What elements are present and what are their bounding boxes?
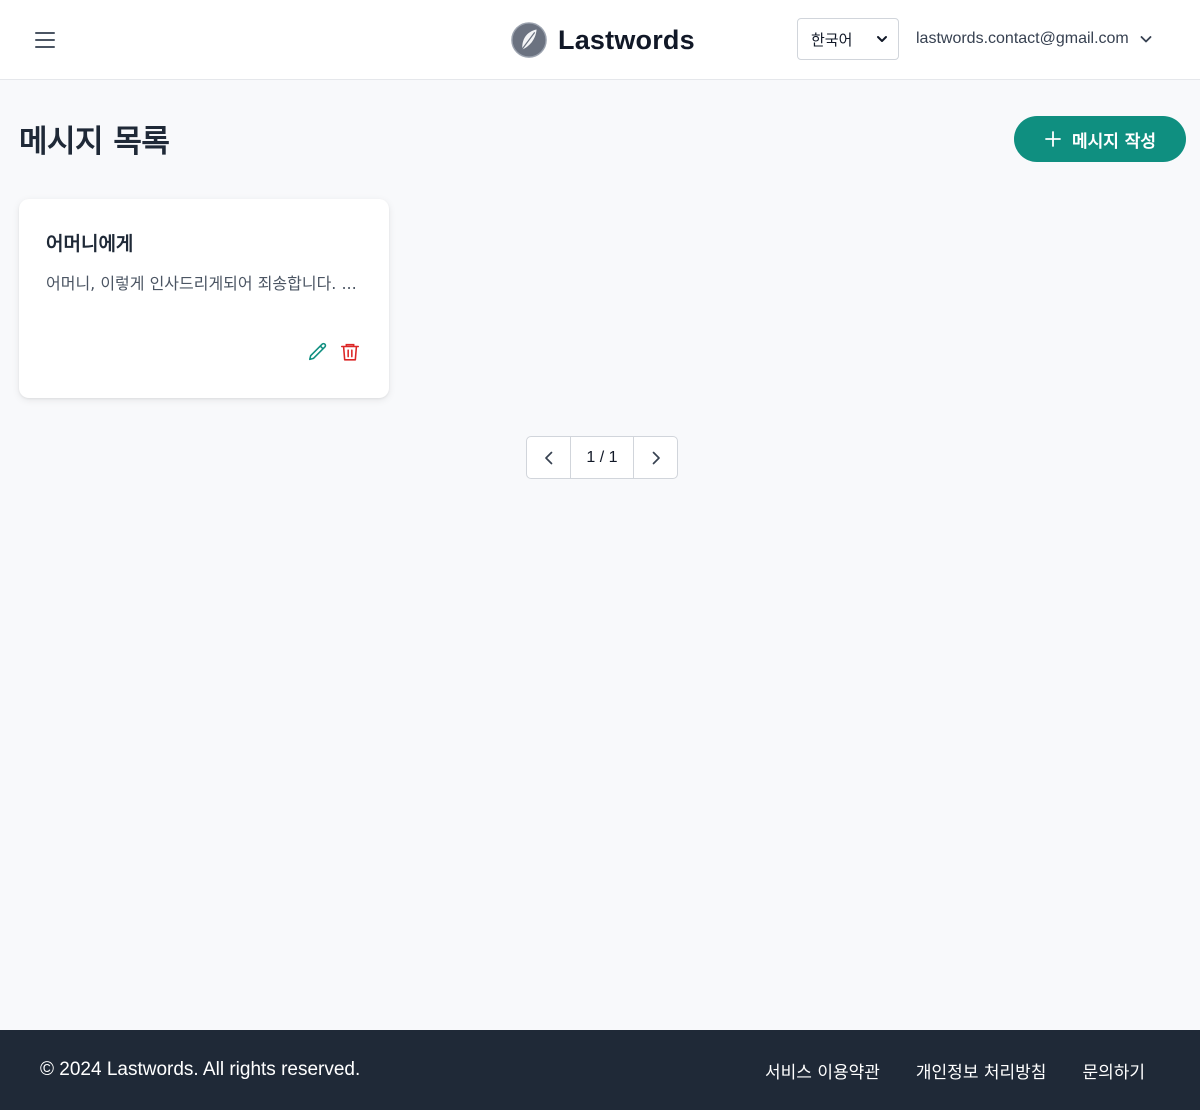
- hamburger-menu-icon[interactable]: [33, 28, 57, 52]
- user-menu[interactable]: lastwords.contact@gmail.com: [916, 18, 1153, 60]
- footer: © 2024 Lastwords. All rights reserved. 서…: [0, 1030, 1200, 1110]
- language-select[interactable]: 한국어: [797, 18, 899, 60]
- page-indicator: 1 / 1: [570, 437, 634, 478]
- previous-page-button[interactable]: [527, 437, 570, 478]
- message-card[interactable]: 어머니에게 어머니, 이렇게 인사드리게되어 죄송합니다. ...: [19, 199, 389, 398]
- terms-of-service-link[interactable]: 서비스 이용약관: [765, 1058, 880, 1083]
- compose-message-button[interactable]: 메시지 작성: [1014, 116, 1186, 162]
- message-actions: [307, 341, 361, 363]
- chevron-right-icon: [652, 451, 660, 464]
- plus-icon: [1045, 131, 1061, 147]
- message-title: 어머니에게: [46, 233, 134, 255]
- chevron-left-icon: [544, 451, 552, 464]
- brand-name: Lastwords: [558, 24, 695, 55]
- brand[interactable]: Lastwords: [510, 20, 695, 60]
- pagination: 1 / 1: [526, 436, 678, 479]
- language-selected: 한국어: [811, 30, 853, 49]
- contact-link[interactable]: 문의하기: [1082, 1058, 1145, 1083]
- message-preview: 어머니, 이렇게 인사드리게되어 죄송합니다. ...: [46, 274, 357, 293]
- next-page-button[interactable]: [634, 437, 677, 478]
- chevron-down-icon: [877, 36, 887, 42]
- edit-pencil-icon[interactable]: [307, 341, 329, 363]
- chevron-down-icon: [1140, 36, 1152, 43]
- user-email: lastwords.contact@gmail.com: [916, 30, 1129, 47]
- feather-logo-icon: [511, 22, 547, 58]
- delete-trash-icon[interactable]: [339, 341, 361, 363]
- top-navbar: Lastwords 한국어 lastwords.contact@gmail.co…: [0, 0, 1200, 80]
- compose-button-label: 메시지 작성: [1071, 131, 1157, 152]
- privacy-policy-link[interactable]: 개인정보 처리방침: [916, 1058, 1047, 1083]
- footer-links: 서비스 이용약관 개인정보 처리방침 문의하기: [765, 1058, 1145, 1083]
- page-title: 메시지 목록: [19, 124, 170, 160]
- copyright-text: © 2024 Lastwords. All rights reserved.: [40, 1059, 361, 1080]
